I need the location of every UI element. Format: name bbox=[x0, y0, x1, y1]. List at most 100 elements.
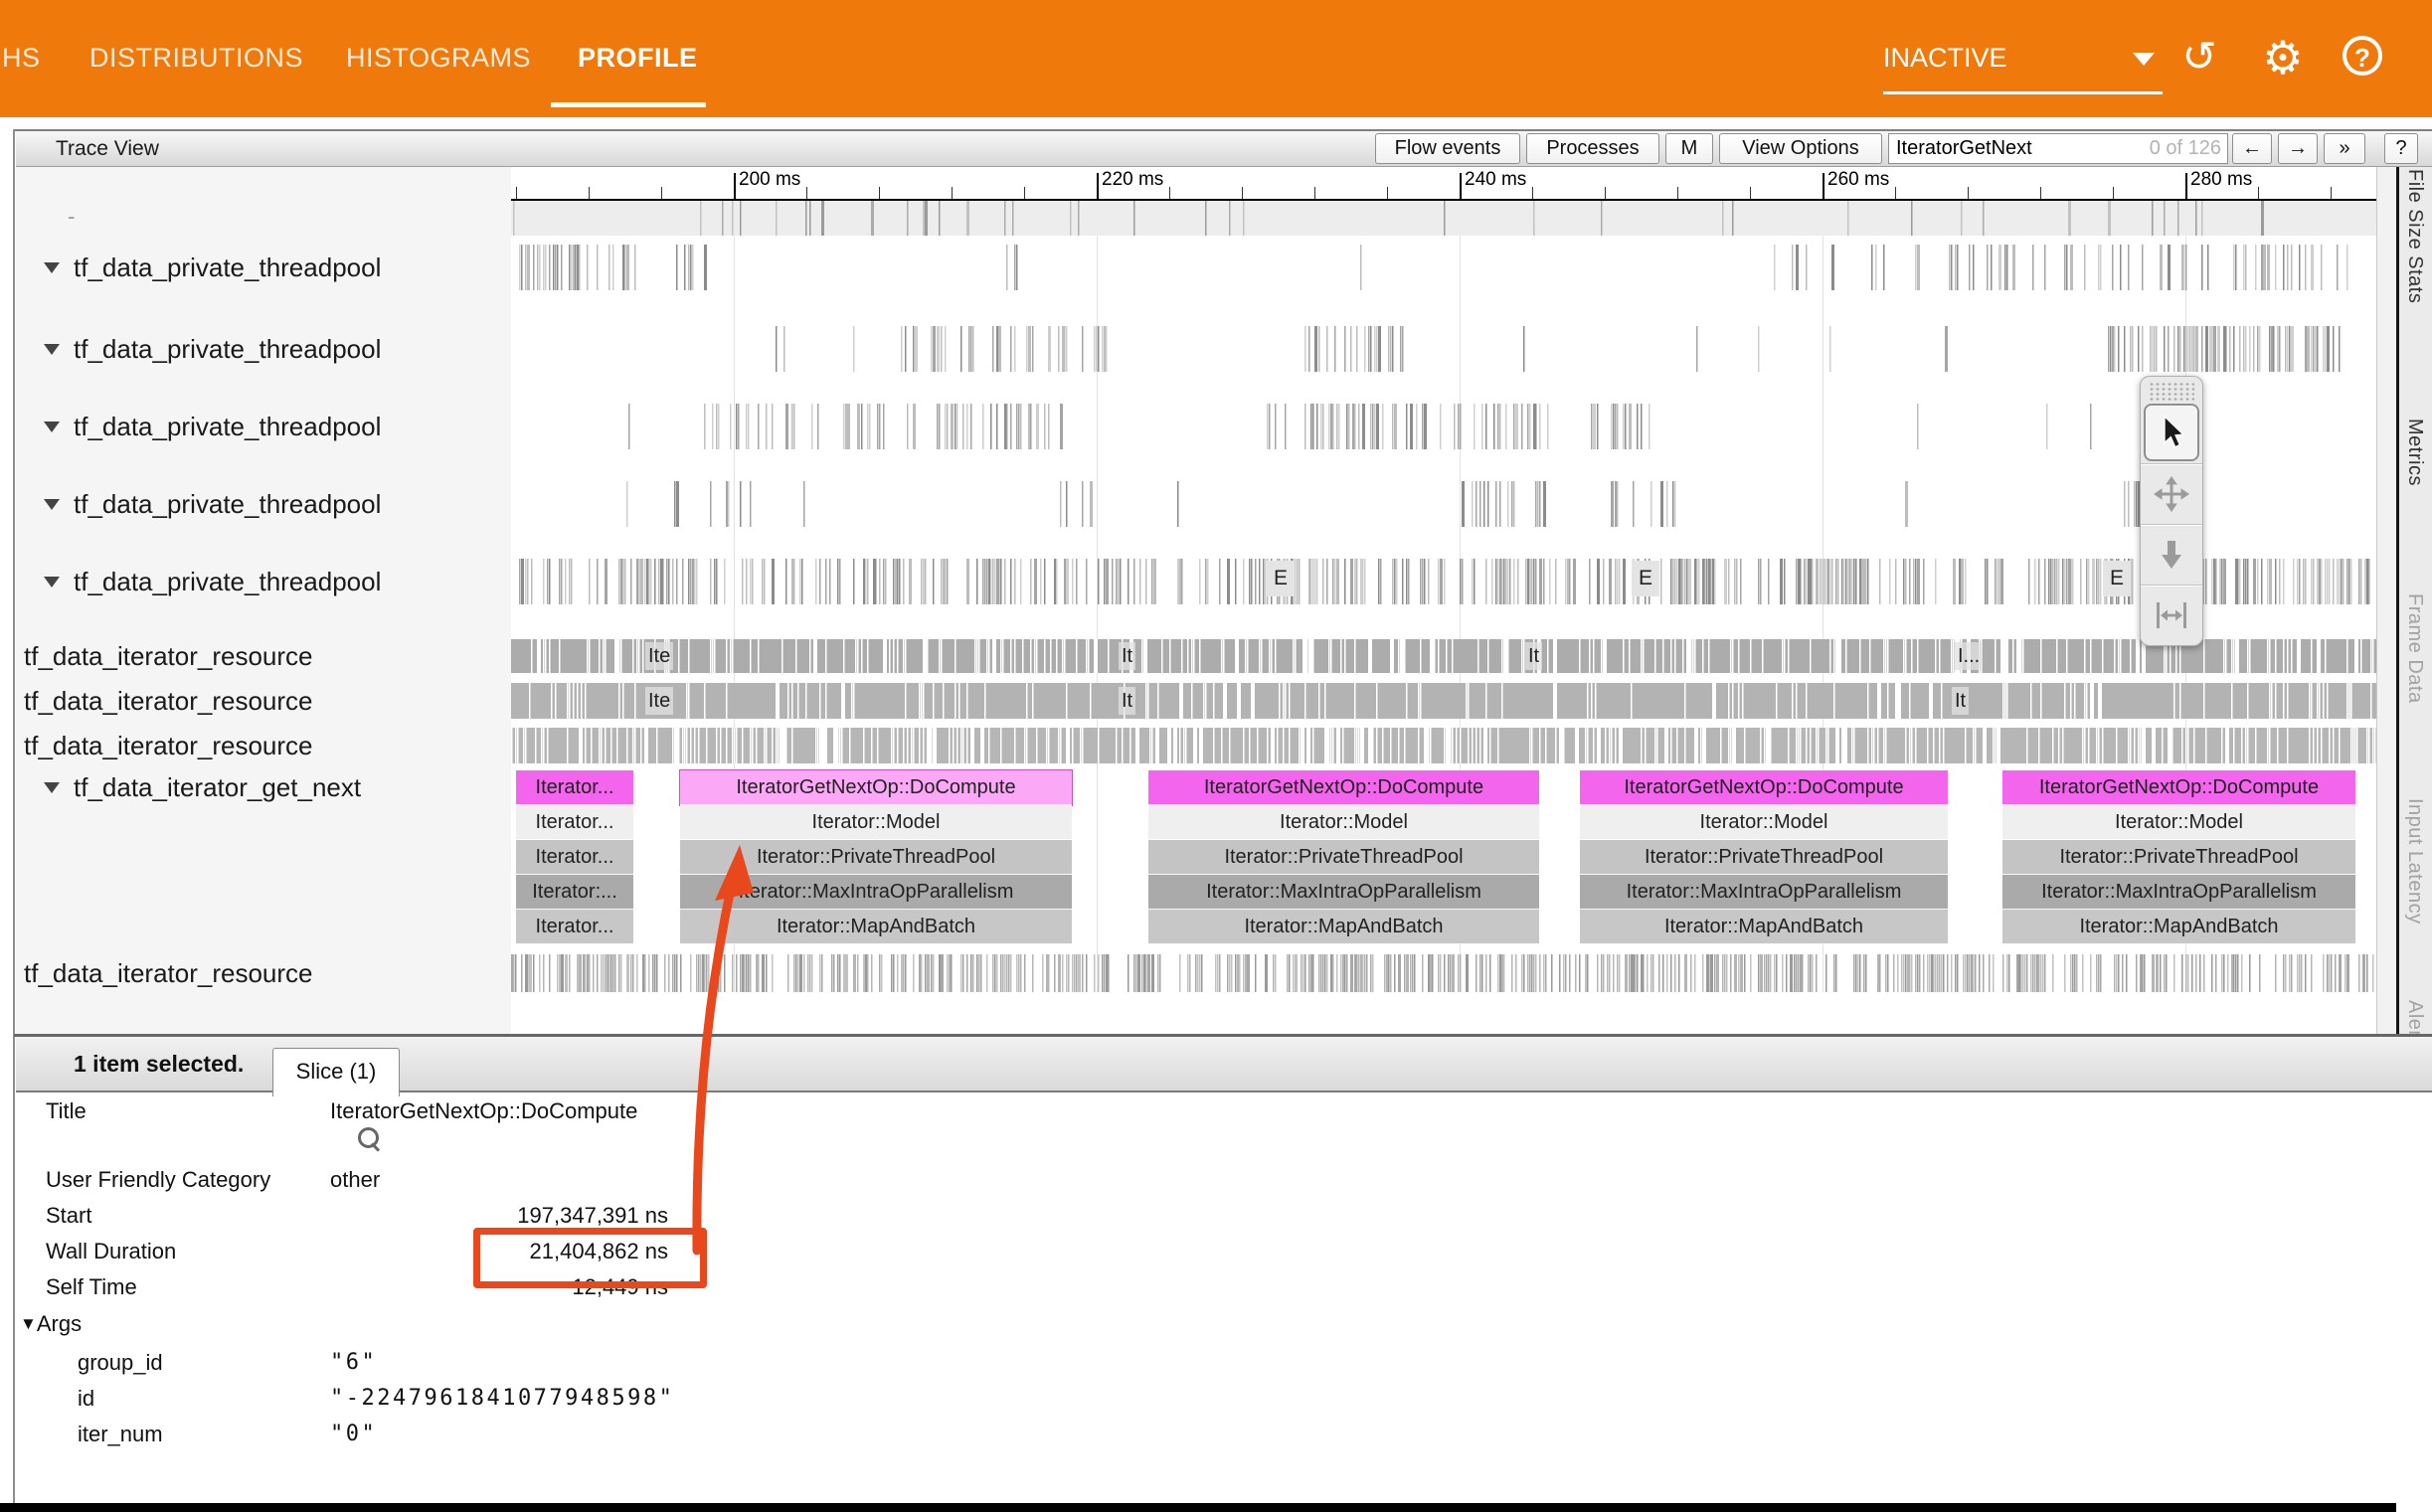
vertical-scrollbar[interactable] bbox=[2376, 167, 2396, 1034]
app-tab-distributions[interactable]: DISTRIBUTIONS bbox=[89, 38, 303, 78]
resource-slice-label: Ite bbox=[645, 642, 673, 670]
iterator-resource-track[interactable] bbox=[511, 639, 2376, 673]
flow-events-button[interactable]: Flow events bbox=[1375, 133, 1520, 164]
track-row-label[interactable]: tf_data_iterator_get_next bbox=[16, 767, 511, 807]
slice-getnext-docompute[interactable]: IteratorGetNextOp::DoCompute bbox=[1148, 770, 1539, 805]
slice-iterator[interactable]: Iterator::MapAndBatch bbox=[680, 910, 1072, 944]
axis-tick-minor bbox=[1605, 187, 1606, 199]
overview-strip[interactable] bbox=[511, 201, 2376, 236]
slice-iterator[interactable]: Iterator::MaxIntraOpParallelism bbox=[1148, 875, 1539, 910]
more-button[interactable]: » bbox=[2324, 133, 2365, 164]
event-marker[interactable]: E bbox=[2103, 561, 2131, 596]
slice-iterator[interactable]: Iterator::Model bbox=[2002, 805, 2355, 840]
slice-iterator[interactable]: Iterator::MaxIntraOpParallelism bbox=[2002, 875, 2355, 910]
axis-tick-label: 240 ms bbox=[1465, 169, 1526, 191]
gear-icon[interactable]: ⚙ bbox=[2257, 30, 2309, 85]
app-tab-profile[interactable]: PROFILE bbox=[578, 38, 698, 78]
collapse-arrow-icon[interactable] bbox=[44, 262, 60, 273]
track-row-label[interactable]: tf_data_iterator_resource bbox=[16, 636, 511, 676]
threadpool-track[interactable] bbox=[511, 481, 2376, 527]
collapse-arrow-icon[interactable] bbox=[44, 344, 60, 355]
collapse-arrow-icon[interactable] bbox=[44, 421, 60, 432]
trace-help-button[interactable]: ? bbox=[2384, 133, 2418, 164]
threadpool-track[interactable] bbox=[511, 326, 2376, 372]
slice-iterator[interactable]: Iterator::MaxIntraOpParallelism bbox=[680, 875, 1072, 910]
slice-getnext-docompute[interactable]: IteratorGetNextOp::DoCompute bbox=[680, 770, 1072, 805]
track-row-label[interactable]: tf_data_private_threadpool bbox=[16, 562, 511, 601]
view-options-button[interactable]: View Options bbox=[1719, 133, 1882, 164]
track-row-label[interactable]: tf_data_private_threadpool bbox=[16, 484, 511, 524]
collapse-arrow-icon[interactable] bbox=[44, 577, 60, 588]
slice-iterator[interactable]: Iterator::Model bbox=[680, 805, 1072, 840]
iterator-resource-track[interactable] bbox=[511, 954, 2376, 992]
collapse-arrow-icon[interactable] bbox=[44, 499, 60, 510]
axis-tick-minor bbox=[1169, 187, 1170, 199]
iterator-resource-track[interactable] bbox=[511, 728, 2376, 763]
track-row-label[interactable]: tf_data_iterator_resource bbox=[16, 953, 511, 993]
resource-slice-label: It bbox=[1119, 642, 1135, 670]
analysis-tab-metrics[interactable]: Metrics bbox=[2403, 419, 2426, 486]
threadpool-track[interactable] bbox=[511, 559, 2376, 604]
reload-icon[interactable]: ↺ bbox=[2173, 30, 2225, 85]
tab-slice[interactable]: Slice (1) bbox=[272, 1048, 400, 1096]
axis-tick-minor bbox=[1677, 187, 1678, 199]
slice-iterator[interactable]: Iterator::MaxIntraOpParallelism bbox=[1580, 875, 1948, 910]
slice-iterator[interactable]: Iterator::PrivateThreadPool bbox=[1148, 840, 1539, 875]
help-icon[interactable]: ? bbox=[2343, 36, 2382, 76]
analysis-tab-file-size-stats[interactable]: File Size Stats bbox=[2403, 169, 2426, 303]
vertical-zoom-tool[interactable] bbox=[2141, 524, 2202, 585]
event-marker[interactable]: E bbox=[1267, 561, 1295, 596]
slice-iterator[interactable]: Iterator::Model bbox=[1580, 805, 1948, 840]
slice-iterator[interactable]: Iterator... bbox=[516, 805, 633, 840]
axis-tick-minor bbox=[952, 187, 953, 199]
processes-button[interactable]: Processes bbox=[1526, 133, 1659, 164]
find-next-button[interactable]: → bbox=[2278, 133, 2318, 164]
app-tab-hs[interactable]: HS bbox=[2, 38, 41, 78]
track-label-text: tf_data_iterator_resource bbox=[24, 953, 313, 993]
tool-palette bbox=[2140, 376, 2203, 646]
triangle-down-icon: ▼ bbox=[20, 1314, 37, 1333]
resource-slice-label: I... bbox=[1955, 642, 1983, 670]
run-selector-dropdown[interactable]: INACTIVE bbox=[1883, 38, 2163, 78]
search-input[interactable]: IteratorGetNext 0 of 126 bbox=[1888, 133, 2228, 164]
track-row-label[interactable]: tf_data_private_threadpool bbox=[16, 329, 511, 369]
selection-status: 1 item selected. bbox=[74, 1037, 244, 1091]
slice-getnext-docompute[interactable]: IteratorGetNextOp::DoCompute bbox=[2002, 770, 2355, 805]
select-tool[interactable] bbox=[2144, 404, 2199, 461]
slice-iterator[interactable]: Iterator... bbox=[516, 910, 633, 944]
find-previous-button[interactable]: ← bbox=[2232, 133, 2272, 164]
slice-iterator[interactable]: Iterator::PrivateThreadPool bbox=[2002, 840, 2355, 875]
magnifier-icon[interactable] bbox=[358, 1127, 388, 1157]
iterator-resource-track[interactable] bbox=[511, 683, 2376, 719]
app-tab-histograms[interactable]: HISTOGRAMS bbox=[346, 38, 531, 78]
marker-button[interactable]: M bbox=[1665, 133, 1713, 164]
event-marker[interactable]: E bbox=[1632, 561, 1659, 596]
collapse-arrow-icon[interactable] bbox=[44, 782, 60, 793]
analysis-tab-frame-data[interactable]: Frame Data bbox=[2403, 593, 2426, 704]
palette-grip-handle[interactable] bbox=[2149, 382, 2194, 402]
slice-iterator[interactable]: Iterator::Model bbox=[1148, 805, 1539, 840]
slice-iterator[interactable]: Iterator::PrivateThreadPool bbox=[1580, 840, 1948, 875]
slice-getnext-docompute[interactable]: IteratorGetNextOp::DoCompute bbox=[1580, 770, 1948, 805]
slice-iterator[interactable]: Iterator::MapAndBatch bbox=[1580, 910, 1948, 944]
threadpool-track[interactable] bbox=[511, 245, 2376, 290]
timing-tool[interactable] bbox=[2141, 585, 2202, 645]
track-row-label[interactable]: tf_data_iterator_resource bbox=[16, 681, 511, 721]
slice-iterator[interactable]: Iterator... bbox=[516, 840, 633, 875]
slice-iterator[interactable]: Iterator::MapAndBatch bbox=[2002, 910, 2355, 944]
analysis-tab-input-latency[interactable]: Input Latency bbox=[2403, 798, 2426, 924]
resource-slice-label: Ite bbox=[645, 687, 673, 715]
pan-tool[interactable] bbox=[2141, 463, 2202, 524]
slice-iterator[interactable]: Iterator::PrivateThreadPool bbox=[680, 840, 1072, 875]
slice-iterator[interactable]: Iterator:... bbox=[516, 875, 633, 910]
trace-canvas[interactable]: 200 ms220 ms240 ms260 ms280 msEEEIteItIt… bbox=[511, 167, 2376, 1034]
slice-getnext-docompute[interactable]: Iterator... bbox=[516, 770, 633, 805]
track-row-label[interactable]: tf_data_iterator_resource bbox=[16, 726, 511, 765]
args-expander[interactable]: ▼Args bbox=[20, 1310, 82, 1338]
track-row-label[interactable]: tf_data_private_threadpool bbox=[16, 248, 511, 287]
detail-field-label: User Friendly Category bbox=[46, 1166, 270, 1194]
slice-iterator[interactable]: Iterator::MapAndBatch bbox=[1148, 910, 1539, 944]
track-row-label[interactable]: tf_data_private_threadpool bbox=[16, 407, 511, 446]
track-label-text: tf_data_iterator_resource bbox=[24, 681, 313, 721]
threadpool-track[interactable] bbox=[511, 404, 2376, 449]
